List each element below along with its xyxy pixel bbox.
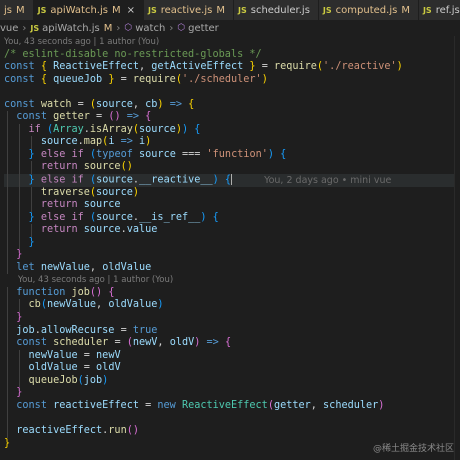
code-line: const { queueJob } = require('./schedule… [4,73,268,85]
breadcrumb-separator: › [22,22,27,34]
code-line: if (Array.isArray(source)) { [4,123,460,137]
tab-label: ref.js [435,4,460,16]
tab-label: computed.js [335,4,398,16]
tab-apiwatch[interactable]: JS apiWatch.js M × [33,0,144,20]
code-line: const getter = () => { [4,111,460,124]
breadcrumb: vue › JS apiWatch.js M › ⬡ watch › ⬡ get… [0,20,460,36]
js-file-icon: JS [237,5,247,15]
codelens-blame[interactable]: You, 43 seconds ago | 1 author (You) [4,274,460,287]
code-line-active: } else if (source.__reactive__) {You, 2 … [4,174,460,187]
tab-status: M [111,4,121,16]
close-icon[interactable]: × [127,5,135,16]
breadcrumb-separator: › [116,22,121,34]
js-file-icon: JS [30,23,40,33]
code-line: const reactiveEffect = new ReactiveEffec… [4,399,460,413]
breadcrumb-status: M [103,22,113,34]
text-cursor [231,174,233,186]
code-line: } [4,312,460,325]
code-line: return source [4,199,460,212]
codelens-blame[interactable]: You, 43 seconds ago | 1 author (You) [4,36,460,49]
tab-label: apiWatch.js [50,4,108,16]
code-line: const watch = (source, cb) => { [4,98,195,110]
code-line: return source() [4,161,460,175]
breadcrumb-symbol-watch[interactable]: watch [135,23,165,34]
breadcrumb-folder[interactable]: vue [0,23,18,34]
code-line: function job() { [4,286,460,300]
tab-label: reactive.js [160,4,213,16]
js-file-icon: JS [422,5,432,15]
code-line: const { ReactiveEffect, getActiveEffect … [4,61,403,73]
code-line: } [4,249,460,262]
inline-blame: You, 2 days ago • mini vue [264,174,392,186]
code-line: } else if (source.__is_ref__) { [4,211,460,225]
code-line: /* eslint-disable no-restricted-globals … [4,48,262,60]
tab-status: M [401,4,410,16]
breadcrumb-separator: › [169,22,174,34]
tab-status: M [216,4,225,16]
scrollbar[interactable] [454,36,460,460]
code-line: cb(newValue, oldValue) [4,299,460,313]
symbol-variable-icon: ⬡ [177,23,186,33]
code-editor[interactable]: You, 43 seconds ago | 1 author (You) /* … [4,36,460,460]
tab-scheduler[interactable]: JS scheduler.js [233,0,319,20]
code-line: job.allowRecurse = true [4,324,460,338]
js-file-icon: JS [147,5,157,15]
code-line: } else if (typeof source === 'function')… [4,148,460,162]
tab-js[interactable]: js M [0,0,34,20]
tab-status: M [16,4,25,16]
code-line: reactiveEffect.run() [4,424,460,438]
symbol-variable-icon: ⬡ [124,23,133,33]
tab-computed[interactable]: JS computed.js M [318,0,419,20]
tab-ref[interactable]: JS ref.js [418,0,460,20]
tab-bar: js M JS apiWatch.js M × JS reactive.js M… [0,0,460,20]
code-line: queueJob(job) [4,374,460,388]
code-line: return source.value [4,224,460,237]
code-line: traverse(source) [4,186,460,200]
watermark: @稀土掘金技术社区 [372,444,454,454]
code-line [4,412,460,425]
breadcrumb-file[interactable]: apiWatch.js [42,23,100,34]
breadcrumb-symbol-getter[interactable]: getter [188,23,219,34]
code-line: let newValue, oldValue [4,261,460,275]
js-file-icon: JS [37,5,47,15]
code-line: newValue = newV [4,349,460,363]
code-line: oldValue = oldV [4,362,460,375]
tab-label: js [4,4,12,16]
code-line: } [4,387,460,400]
code-line: } [4,236,460,250]
code-line: const scheduler = (newV, oldV) => { [4,337,460,350]
tab-label: scheduler.js [250,4,310,16]
code-line: source.map(i => i) [4,136,460,149]
tab-reactive[interactable]: JS reactive.js M [143,0,234,20]
js-file-icon: JS [322,5,332,15]
